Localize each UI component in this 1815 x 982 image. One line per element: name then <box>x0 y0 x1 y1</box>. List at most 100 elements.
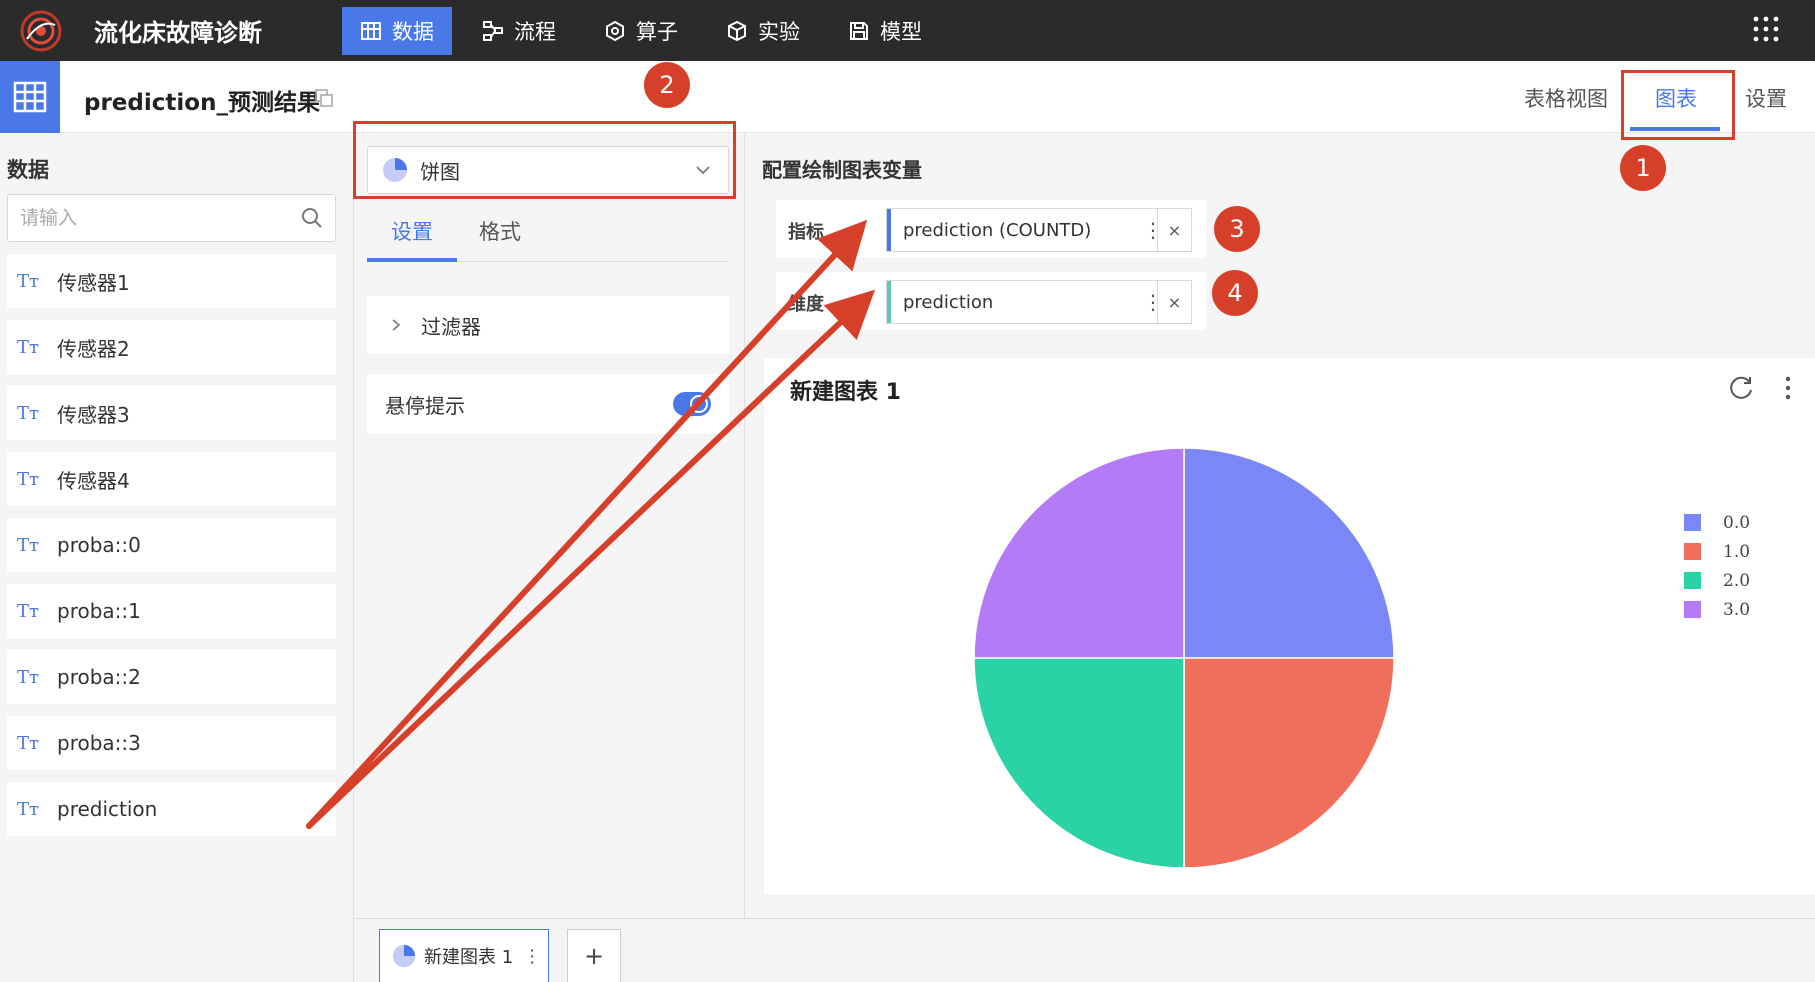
field-list: Tт 传感器1 Tт 传感器2 Tт 传感器3 Tт 传感器4 Tт proba::0 T… <box>7 254 336 848</box>
chart-config-panel: 配置绘制图表变量 指标 prediction (COUNTD) ⋮ × 维度 p… <box>746 134 1815 918</box>
grid-icon <box>361 21 381 40</box>
close-icon[interactable]: × <box>1157 281 1191 323</box>
field-name: 传感器1 <box>57 270 130 295</box>
chart-tab[interactable]: 新建图表 1 ⋮ <box>379 929 549 982</box>
legend-item[interactable]: 2.0 <box>1684 566 1750 595</box>
metric-label: 指标 <box>788 222 824 243</box>
field-name: 传感器4 <box>57 468 130 493</box>
tab-chart[interactable]: 图表 <box>1655 83 1697 113</box>
field-item[interactable]: Tт proba::1 <box>7 584 336 638</box>
nav-item-experiment[interactable]: 实验 <box>708 7 818 55</box>
legend-label: 3.0 <box>1723 599 1751 620</box>
refresh-icon[interactable] <box>1727 374 1755 402</box>
dimension-pill[interactable]: prediction ⋮ × <box>886 280 1192 324</box>
legend-swatch <box>1684 514 1701 531</box>
field-item[interactable]: Tт proba::2 <box>7 650 336 704</box>
pie-chart <box>973 447 1395 869</box>
toggle-knob <box>690 395 708 413</box>
dimension-label: 维度 <box>788 294 824 315</box>
pie-slice-1.0[interactable] <box>1183 657 1395 869</box>
tab-table-view[interactable]: 表格视图 <box>1524 83 1608 113</box>
legend-item[interactable]: 3.0 <box>1684 595 1750 624</box>
hover-tooltip-setting: 悬停提示 <box>367 374 729 434</box>
config-title: 配置绘制图表变量 <box>762 158 922 182</box>
text-type-icon: Tт <box>17 336 39 358</box>
app-title: 流化床故障诊断 <box>94 19 262 47</box>
nav-item-data[interactable]: 数据 <box>342 6 452 55</box>
pie-slice-3.0[interactable] <box>973 447 1185 659</box>
tooltip-toggle[interactable] <box>673 392 711 416</box>
annotation-marker: 4 <box>1212 270 1258 316</box>
page-title: prediction_预测结果 <box>84 90 320 116</box>
pie-chart-icon <box>383 158 407 182</box>
tab-setup[interactable]: 设置 <box>391 216 433 246</box>
settings-tabs: 设置 格式 <box>367 216 729 262</box>
apps-grid-icon[interactable] <box>1753 16 1779 42</box>
field-item[interactable]: Tт 传感器1 <box>7 254 336 308</box>
chart-card: 新建图表 1 0.0 1.0 2.0 3.0 <box>764 358 1815 894</box>
copy-icon[interactable] <box>314 88 334 108</box>
field-item[interactable]: Tт proba::3 <box>7 716 336 770</box>
nav-item-operator[interactable]: 算子 <box>586 7 696 55</box>
data-panel-label: 数据 <box>7 158 49 182</box>
field-name: proba::2 <box>57 665 141 689</box>
chart-type-select[interactable]: 饼图 <box>367 146 729 194</box>
filter-label: 过滤器 <box>421 314 481 339</box>
chart-type-value: 饼图 <box>420 159 460 184</box>
legend-item[interactable]: 1.0 <box>1684 537 1750 566</box>
field-search-input[interactable] <box>8 195 278 241</box>
flow-icon <box>483 20 503 41</box>
field-search-box <box>7 194 336 242</box>
field-name: proba::0 <box>57 533 141 557</box>
main-nav: 数据 流程 算子 实验 模型 <box>342 0 952 61</box>
tab-settings[interactable]: 设置 <box>1745 83 1787 113</box>
nav-item-flow[interactable]: 流程 <box>464 7 574 55</box>
metric-pill[interactable]: prediction (COUNTD) ⋮ × <box>886 208 1192 252</box>
filter-section[interactable]: 过滤器 <box>367 296 729 354</box>
legend-label: 1.0 <box>1723 541 1751 562</box>
field-item[interactable]: Tт proba::0 <box>7 518 336 572</box>
search-icon[interactable] <box>301 207 323 229</box>
text-type-icon: Tт <box>17 798 39 820</box>
tab-format[interactable]: 格式 <box>479 216 521 246</box>
legend-swatch <box>1684 572 1701 589</box>
nav-label: 模型 <box>880 19 922 44</box>
legend-item[interactable]: 0.0 <box>1684 508 1750 537</box>
field-item[interactable]: Tт 传感器2 <box>7 320 336 374</box>
active-subtab-indicator <box>367 258 457 262</box>
dimension-value: prediction <box>903 291 994 313</box>
field-item[interactable]: Tт prediction <box>7 782 336 836</box>
metric-row: 指标 prediction (COUNTD) ⋮ × <box>776 200 1206 258</box>
field-name: 传感器3 <box>57 402 130 427</box>
operator-icon <box>606 20 624 41</box>
metric-value: prediction (COUNTD) <box>903 219 1092 241</box>
field-item[interactable]: Tт 传感器3 <box>7 386 336 440</box>
pie-slice-0.0[interactable] <box>1183 447 1395 659</box>
field-item[interactable]: Tт 传感器4 <box>7 452 336 506</box>
text-type-icon: Tт <box>17 732 39 754</box>
text-type-icon: Tт <box>17 666 39 688</box>
tooltip-label: 悬停提示 <box>385 393 465 418</box>
nav-label: 算子 <box>636 19 678 44</box>
metric-color-bar <box>887 209 891 251</box>
more-vert-icon[interactable]: ⋮ <box>523 946 541 967</box>
chevron-down-icon <box>696 166 710 175</box>
legend-swatch <box>1684 543 1701 560</box>
text-type-icon: Tт <box>17 270 39 292</box>
dimension-color-bar <box>887 281 891 323</box>
app-logo-icon[interactable] <box>18 8 64 54</box>
pie-chart-icon <box>392 944 416 968</box>
nav-label: 实验 <box>758 19 800 44</box>
text-type-icon: Tт <box>17 534 39 556</box>
nav-label: 数据 <box>392 19 434 44</box>
chevron-right-icon <box>392 319 401 331</box>
pie-slice-2.0[interactable] <box>973 657 1185 869</box>
dimension-row: 维度 prediction ⋮ × <box>776 272 1206 330</box>
chart-legend: 0.0 1.0 2.0 3.0 <box>1684 508 1750 624</box>
close-icon[interactable]: × <box>1157 209 1191 251</box>
more-vert-icon[interactable] <box>1783 374 1793 402</box>
text-type-icon: Tт <box>17 600 39 622</box>
add-chart-button[interactable]: + <box>567 929 621 982</box>
nav-item-model[interactable]: 模型 <box>830 7 940 55</box>
field-name: proba::1 <box>57 599 141 623</box>
